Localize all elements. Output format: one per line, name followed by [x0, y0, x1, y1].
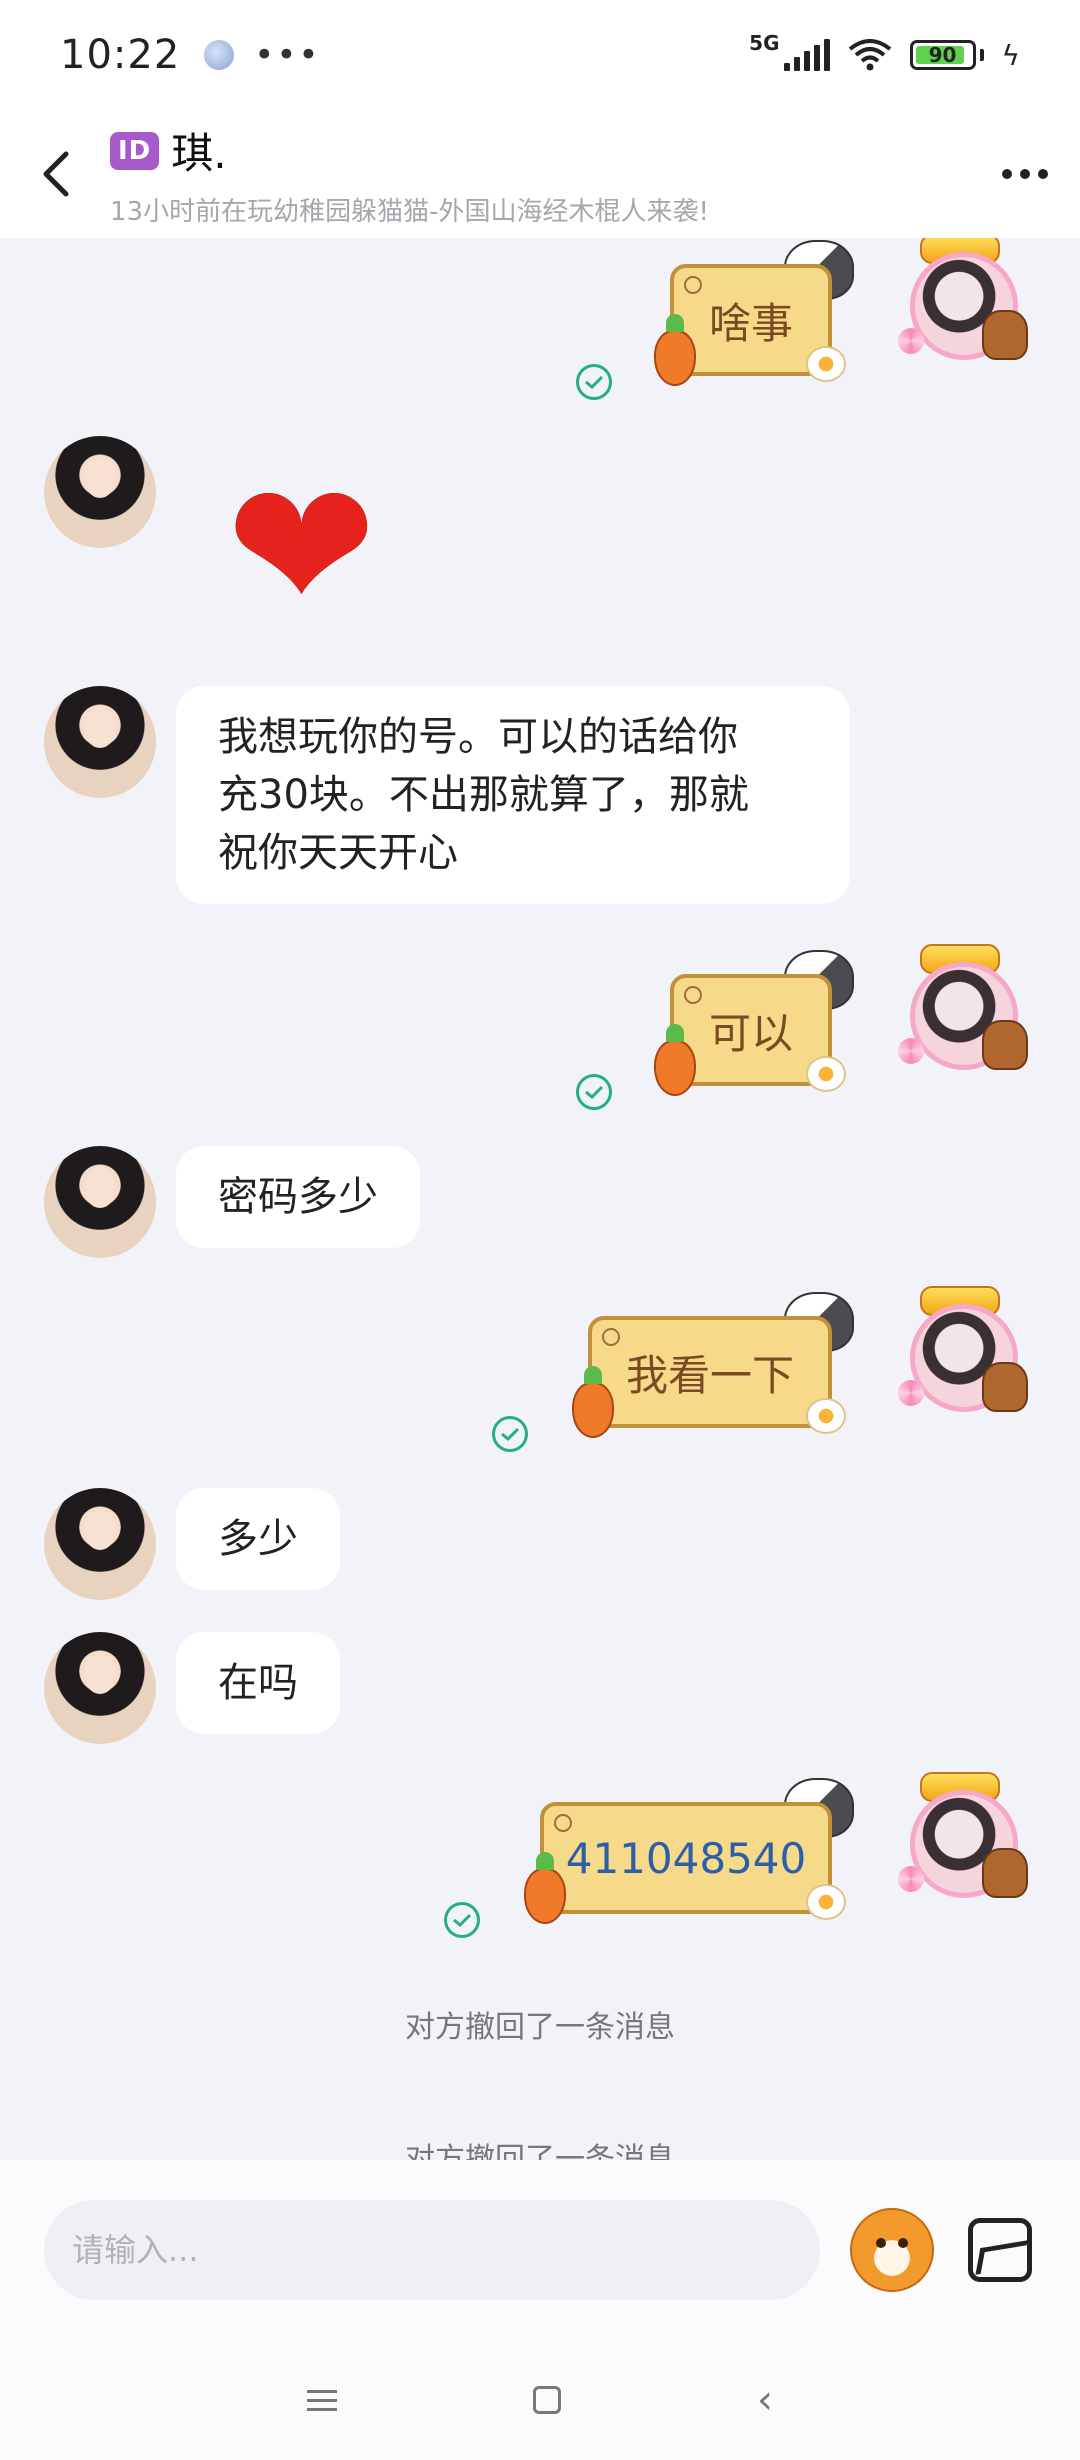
battery-percent: 90: [928, 43, 957, 67]
status-bar: 10:22 ••• 5G 90 ϟ: [0, 0, 1080, 110]
my-avatar[interactable]: [898, 1772, 1028, 1902]
message-bubble-sent[interactable]: 411048540: [540, 1802, 832, 1914]
home-button[interactable]: [533, 2386, 561, 2414]
recent-apps-button[interactable]: [307, 2389, 337, 2411]
app-notification-icon: [204, 40, 235, 70]
message-bubble-received[interactable]: 密码多少: [176, 1146, 420, 1248]
heart-emoji[interactable]: ❤: [226, 458, 377, 638]
message-bubble-sent[interactable]: 我看一下: [588, 1316, 832, 1428]
message-line: 我想玩你的号。可以的话给你: [218, 714, 738, 760]
chevron-left-icon: [43, 151, 69, 197]
contact-avatar[interactable]: [44, 436, 156, 548]
contact-name[interactable]: 琪.: [171, 120, 226, 181]
id-badge: ID: [110, 131, 160, 170]
message-bubble-received[interactable]: 在吗: [176, 1632, 340, 1734]
message-list[interactable]: 啥事 ❤ 我想玩你的号。可以的话给你 充30块。不出那就算了，那就 祝你天天开心…: [0, 238, 1080, 2160]
message-line: 祝你天天开心: [218, 830, 458, 876]
read-receipt-icon: [492, 1416, 528, 1452]
carrot-sticker-decoration: [572, 1366, 614, 1438]
message-text: 多少: [218, 1516, 298, 1562]
my-avatar[interactable]: [898, 1286, 1028, 1416]
message-text: 我看一下: [625, 1350, 794, 1400]
carrot-sticker-decoration: [654, 1024, 696, 1096]
emoji-sticker-icon[interactable]: [850, 2208, 934, 2292]
egg-sticker-decoration: [806, 1398, 846, 1434]
input-bar: [0, 2160, 1080, 2340]
nav-back-button[interactable]: ‹: [757, 2380, 773, 2420]
contact-avatar[interactable]: [44, 686, 156, 798]
more-options-button[interactable]: [970, 110, 1080, 238]
message-bubble-received[interactable]: 多少: [176, 1488, 340, 1590]
system-message: 对方撤回了一条消息: [405, 2142, 675, 2160]
system-message: 对方撤回了一条消息: [405, 2010, 675, 2045]
read-receipt-icon: [576, 364, 612, 400]
chat-header: ID 琪. 13小时前在玩幼稚园躲猫猫-外国山海经木棍人来袭!: [0, 110, 1080, 238]
network-type: 5G: [749, 31, 780, 55]
read-receipt-icon: [576, 1074, 612, 1110]
image-icon[interactable]: [968, 2218, 1032, 2282]
more-horizontal-icon: [1002, 169, 1012, 179]
status-time: 10:22: [60, 32, 181, 78]
message-input[interactable]: [44, 2200, 820, 2300]
system-nav-bar: ‹: [0, 2340, 1080, 2460]
contact-avatar[interactable]: [44, 1632, 156, 1744]
read-receipt-icon: [444, 1902, 480, 1938]
message-text: 在吗: [218, 1660, 298, 1706]
message-text: 可以: [708, 1008, 793, 1058]
wifi-icon: [848, 39, 891, 71]
message-line: 充30块。不出那就算了，那就: [218, 772, 749, 818]
egg-sticker-decoration: [806, 346, 846, 382]
message-text: 啥事: [708, 298, 793, 348]
contact-avatar[interactable]: [44, 1146, 156, 1258]
message-text: 411048540: [565, 1833, 807, 1883]
back-button[interactable]: [0, 110, 110, 238]
signal-icon: [783, 39, 830, 71]
my-avatar[interactable]: [898, 944, 1028, 1074]
charging-icon: ϟ: [1001, 38, 1020, 72]
more-notifications-icon: •••: [254, 35, 321, 75]
contact-avatar[interactable]: [44, 1488, 156, 1600]
contact-status: 13小时前在玩幼稚园躲猫猫-外国山海经木棍人来袭!: [110, 197, 709, 227]
egg-sticker-decoration: [806, 1884, 846, 1920]
carrot-sticker-decoration: [524, 1852, 566, 1924]
battery-icon: 90: [909, 40, 976, 70]
message-text: 密码多少: [218, 1174, 378, 1220]
carrot-sticker-decoration: [654, 314, 696, 386]
my-avatar[interactable]: [898, 238, 1028, 364]
egg-sticker-decoration: [806, 1056, 846, 1092]
message-bubble-received[interactable]: 我想玩你的号。可以的话给你 充30块。不出那就算了，那就 祝你天天开心: [176, 686, 850, 904]
